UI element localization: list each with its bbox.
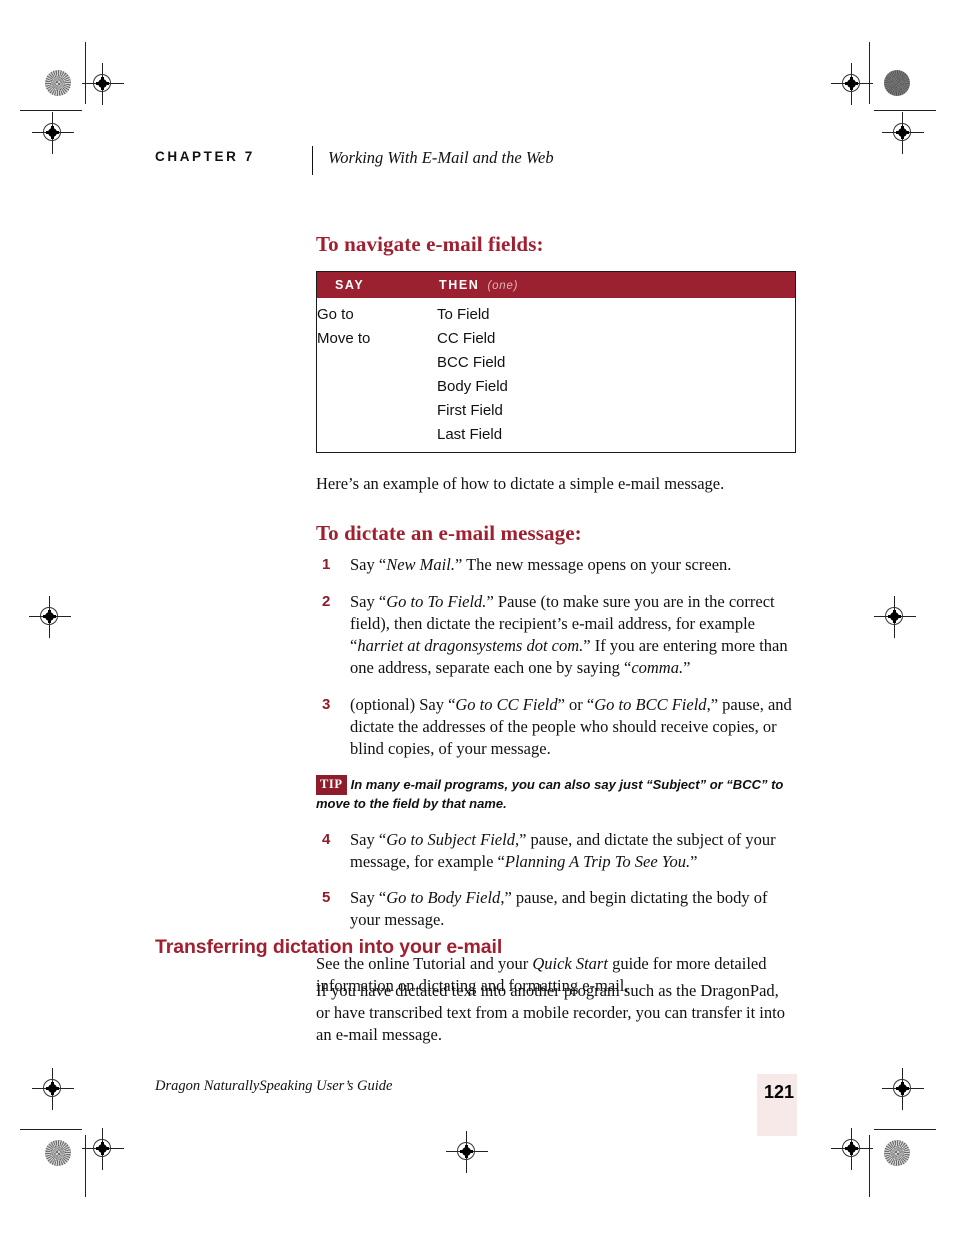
table-header-row: SAY THEN (one) bbox=[316, 271, 796, 298]
running-header-title: Working With E-Mail and the Web bbox=[328, 148, 554, 167]
cell-then: Last Field bbox=[437, 426, 503, 443]
tip-callout: TIP In many e-mail programs, you can also… bbox=[316, 775, 796, 812]
page-content: CHAPTER 7 Working With E-Mail and the We… bbox=[0, 0, 954, 1235]
tip-badge: TIP bbox=[316, 775, 347, 796]
column-header-then: THEN (one) bbox=[437, 271, 796, 298]
table-row: Body Field bbox=[317, 375, 796, 399]
dictate-steps-list: 1 Say “New Mail.” The new message opens … bbox=[316, 554, 796, 760]
cell-then: First Field bbox=[437, 402, 503, 419]
step-text: Say “Go to Body Field,” pause, and begin… bbox=[350, 888, 768, 930]
step-number: 1 bbox=[322, 555, 331, 573]
step-text: Say “New Mail.” The new message opens on… bbox=[350, 554, 732, 574]
printed-page: CHAPTER 7 Working With E-Mail and the We… bbox=[0, 0, 954, 1235]
table-header: SAY THEN (one) bbox=[316, 271, 796, 298]
table-row: Move to CC Field bbox=[317, 327, 796, 351]
dictate-steps-list-continued: 4 Say “Go to Subject Field,” pause, and … bbox=[316, 829, 796, 932]
header-divider-rule bbox=[312, 146, 313, 175]
cell-say: Move to bbox=[317, 330, 371, 347]
step-text: (optional) Say “Go to CC Field” or “Go t… bbox=[350, 694, 792, 758]
column-header-then-label: THEN bbox=[439, 278, 480, 292]
list-item: 2 Say “Go to To Field.” Pause (to make s… bbox=[316, 591, 796, 679]
table-row: Last Field bbox=[317, 423, 796, 453]
intro-paragraph: Here’s an example of how to dictate a si… bbox=[316, 474, 725, 493]
table-row: First Field bbox=[317, 399, 796, 423]
navigate-fields-heading: To navigate e-mail fields: bbox=[316, 232, 544, 256]
list-item: 4 Say “Go to Subject Field,” pause, and … bbox=[316, 829, 796, 873]
cell-say: Go to bbox=[317, 306, 354, 323]
dictate-message-heading: To dictate an e-mail message: bbox=[316, 520, 582, 545]
cell-then: BCC Field bbox=[437, 354, 506, 371]
transferring-dictation-paragraph: If you have dictated text into another p… bbox=[316, 981, 785, 1044]
column-header-then-note: (one) bbox=[487, 280, 519, 292]
cell-say bbox=[317, 399, 438, 423]
step-number: 4 bbox=[322, 830, 331, 848]
step-text: Say “Go to To Field.” Pause (to make sur… bbox=[350, 591, 788, 677]
footer-document-title: Dragon NaturallySpeaking User’s Guide bbox=[155, 1078, 393, 1094]
step-text: Say “Go to Subject Field,” pause, and di… bbox=[350, 829, 776, 871]
table-row: BCC Field bbox=[317, 351, 796, 375]
list-item: 3 (optional) Say “Go to CC Field” or “Go… bbox=[316, 694, 796, 760]
step-number: 3 bbox=[322, 695, 331, 713]
cell-say bbox=[317, 423, 438, 453]
step-number: 2 bbox=[322, 592, 331, 610]
cell-then: CC Field bbox=[437, 330, 496, 347]
navigate-fields-table: SAY THEN (one) Go to To Field Move to CC … bbox=[316, 271, 796, 453]
page-number: 121 bbox=[763, 1082, 795, 1102]
list-item: 1 Say “New Mail.” The new message opens … bbox=[316, 554, 796, 576]
table-row: Go to To Field bbox=[317, 298, 796, 327]
list-item: 5 Say “Go to Body Field,” pause, and beg… bbox=[316, 887, 796, 931]
cell-say bbox=[317, 351, 438, 375]
step-number: 5 bbox=[322, 889, 331, 907]
cell-then: To Field bbox=[437, 306, 490, 323]
transferring-dictation-heading: Transferring dictation into your e-mail bbox=[155, 936, 503, 958]
running-header: CHAPTER 7 Working With E-Mail and the We… bbox=[155, 146, 554, 175]
chapter-label: CHAPTER 7 bbox=[155, 149, 255, 164]
column-header-say: SAY bbox=[316, 271, 437, 298]
table-body: Go to To Field Move to CC Field BCC Fiel… bbox=[317, 298, 796, 453]
cell-say bbox=[317, 375, 438, 399]
tip-text: In many e-mail programs, you can also sa… bbox=[316, 777, 784, 812]
cell-then: Body Field bbox=[437, 378, 508, 395]
main-text-column: To navigate e-mail fields: SAY THEN (one)… bbox=[316, 232, 796, 997]
